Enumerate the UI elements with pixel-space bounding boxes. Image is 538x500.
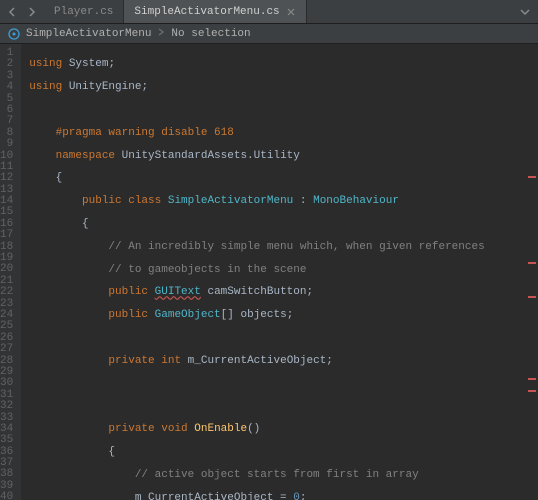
error-stripe[interactable] (528, 262, 536, 264)
line-number: 35 (0, 435, 13, 446)
line-number: 32 (0, 401, 13, 412)
chevron-down-icon (520, 7, 530, 17)
error-stripe[interactable] (528, 378, 536, 380)
tab-label: Player.cs (54, 6, 113, 18)
csharp-file-icon (8, 28, 20, 40)
line-number: 22 (0, 287, 13, 298)
nav-forward-button[interactable] (24, 5, 38, 19)
nav-back-button[interactable] (6, 5, 20, 19)
tab-label: SimpleActivatorMenu.cs (134, 6, 279, 18)
chevron-left-icon (8, 7, 18, 17)
line-number: 12 (0, 173, 13, 184)
breadcrumb: SimpleActivatorMenu No selection (0, 24, 538, 44)
line-number-gutter: 1234567891011121314151617181920212223242… (0, 44, 21, 500)
tab-bar-right (518, 0, 538, 23)
chevron-right-icon (26, 7, 36, 17)
breadcrumb-file[interactable]: SimpleActivatorMenu (26, 28, 151, 40)
tab-close-button[interactable] (286, 7, 296, 17)
line-number: 40 (0, 492, 13, 500)
line-number: 30 (0, 378, 13, 389)
line-number: 4 (0, 82, 13, 93)
line-number: 17 (0, 230, 13, 241)
line-number: 27 (0, 344, 13, 355)
line-number: 9 (0, 139, 13, 150)
error-stripe[interactable] (528, 176, 536, 178)
code-editor[interactable]: 1234567891011121314151617181920212223242… (0, 44, 538, 500)
tab-player[interactable]: Player.cs (44, 0, 124, 23)
error-stripe[interactable] (528, 390, 536, 392)
tab-simpleactivatormenu[interactable]: SimpleActivatorMenu.cs (124, 0, 306, 23)
chevron-right-icon (157, 28, 165, 36)
tab-overflow-button[interactable] (518, 5, 532, 19)
error-stripe[interactable] (528, 296, 536, 298)
tab-nav (0, 0, 44, 23)
code-area[interactable]: using System; using UnityEngine; #pragma… (21, 44, 538, 500)
breadcrumb-selection[interactable]: No selection (171, 28, 250, 40)
breadcrumb-separator (157, 28, 165, 40)
close-icon (287, 8, 295, 16)
tab-bar: Player.cs SimpleActivatorMenu.cs (0, 0, 538, 24)
